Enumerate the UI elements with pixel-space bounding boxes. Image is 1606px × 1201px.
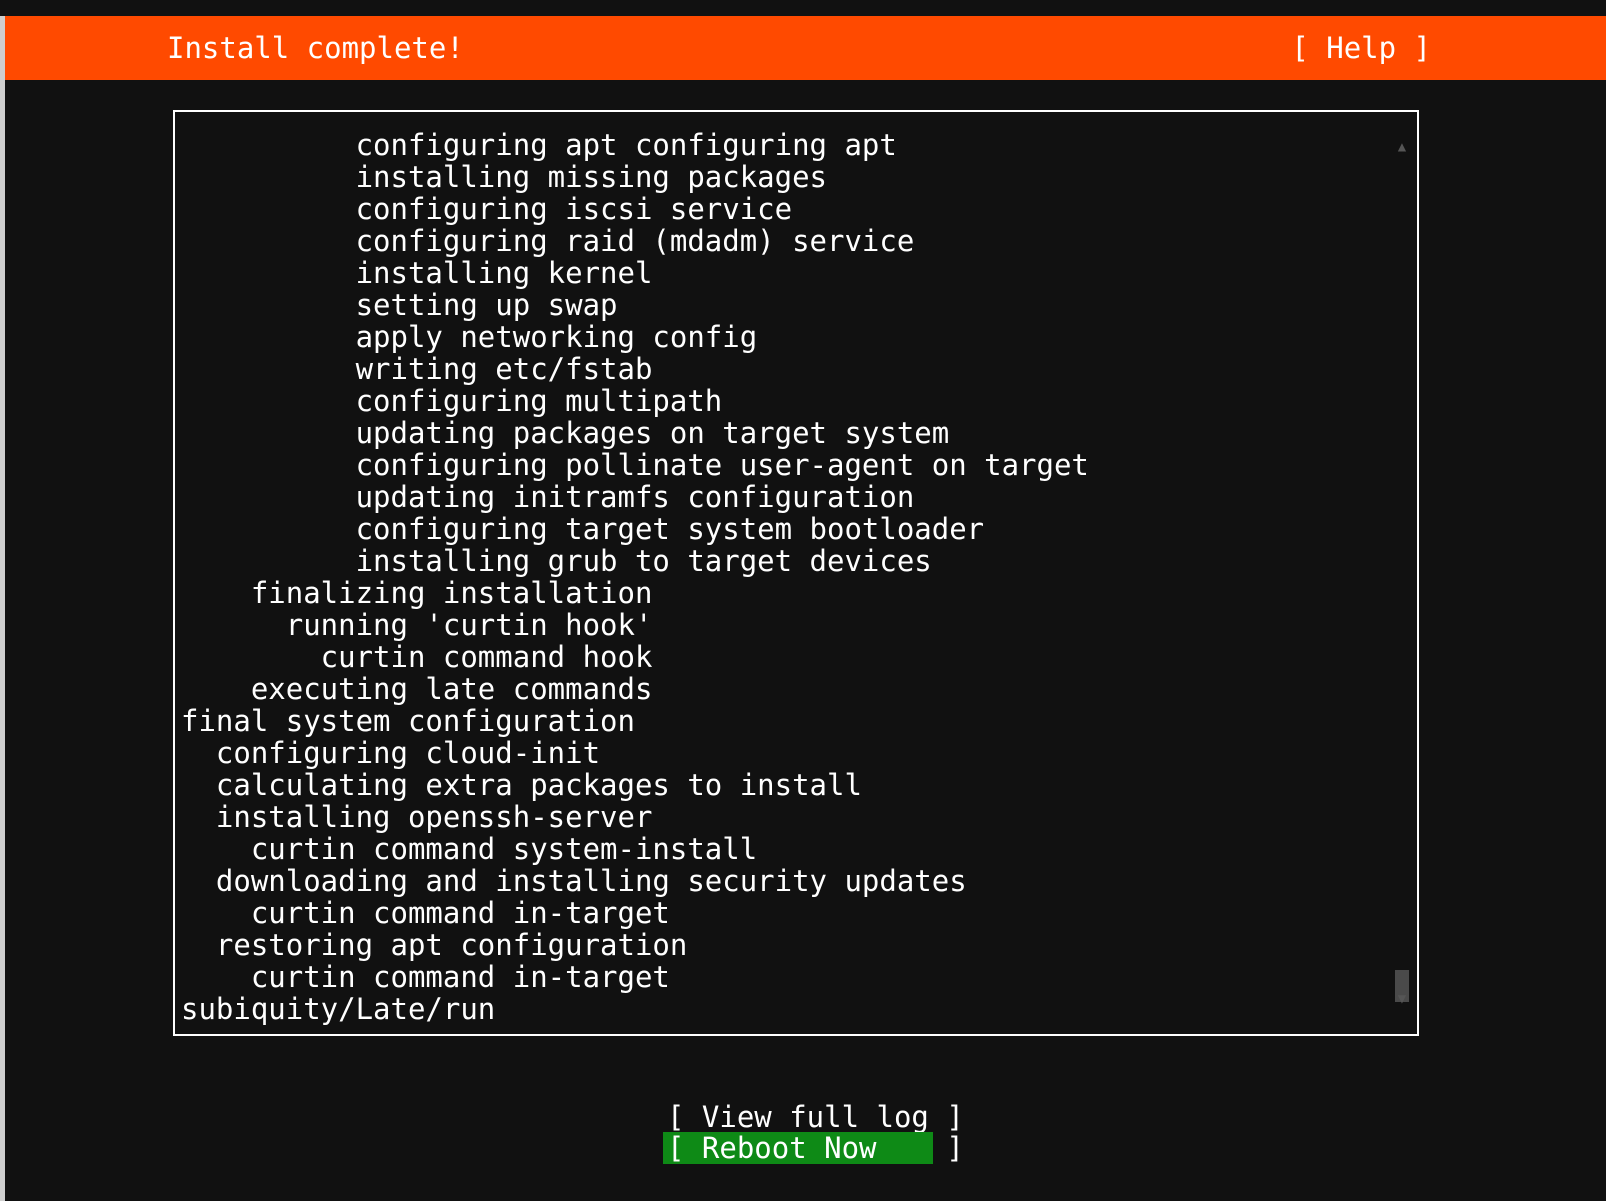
log-line: configuring pollinate user-agent on targ… xyxy=(181,448,1089,482)
install-log-panel[interactable]: configuring apt configuring apt installi… xyxy=(173,110,1419,1036)
log-line: finalizing installation xyxy=(181,576,653,610)
log-line: configuring multipath xyxy=(181,384,723,418)
log-scrollbar[interactable]: ▲ ▼ xyxy=(1393,138,1411,1008)
log-line: installing grub to target devices xyxy=(181,544,932,578)
log-line: updating packages on target system xyxy=(181,416,950,450)
log-line: installing kernel xyxy=(181,256,653,290)
log-line: configuring cloud-init xyxy=(181,736,601,770)
log-line: running 'curtin hook' xyxy=(181,608,653,642)
log-line: curtin command in-target xyxy=(181,960,670,994)
top-border xyxy=(0,0,1606,16)
log-line: restoring apt configuration xyxy=(181,928,688,962)
log-line: calculating extra packages to install xyxy=(181,768,862,802)
log-line: setting up swap xyxy=(181,288,618,322)
log-line: downloading and installing security upda… xyxy=(181,864,967,898)
page-title: Install complete! xyxy=(167,31,464,65)
header-bar: Install complete! [ Help ] xyxy=(5,16,1606,80)
log-line: configuring target system bootloader xyxy=(181,512,985,546)
log-line: writing etc/fstab xyxy=(181,352,653,386)
installer-screen: Install complete! [ Help ] configuring a… xyxy=(5,16,1606,1201)
scroll-down-arrow-icon[interactable]: ▼ xyxy=(1393,990,1411,1008)
log-line: configuring apt configuring apt xyxy=(181,128,897,162)
log-line: updating initramfs configuration xyxy=(181,480,915,514)
log-line: executing late commands xyxy=(181,672,653,706)
log-line: installing openssh-server xyxy=(181,800,653,834)
reboot-now-button[interactable]: [ Reboot Now ] xyxy=(663,1132,964,1164)
log-line: apply networking config xyxy=(181,320,758,354)
log-line: configuring raid (mdadm) service xyxy=(181,224,915,258)
scroll-up-arrow-icon[interactable]: ▲ xyxy=(1393,138,1411,156)
view-full-log-button[interactable]: [ View full log ] xyxy=(667,1101,964,1133)
log-line: curtin command hook xyxy=(181,640,653,674)
log-line: subiquity/Late/run xyxy=(181,992,496,1026)
log-line: curtin command system-install xyxy=(181,832,758,866)
log-line: curtin command in-target xyxy=(181,896,670,930)
log-line: configuring iscsi service xyxy=(181,192,793,226)
log-line: installing missing packages xyxy=(181,160,828,194)
help-button[interactable]: [ Help ] xyxy=(1291,30,1431,66)
log-line: final system configuration xyxy=(181,704,635,738)
install-log-list: configuring apt configuring apt installi… xyxy=(181,129,1089,1025)
